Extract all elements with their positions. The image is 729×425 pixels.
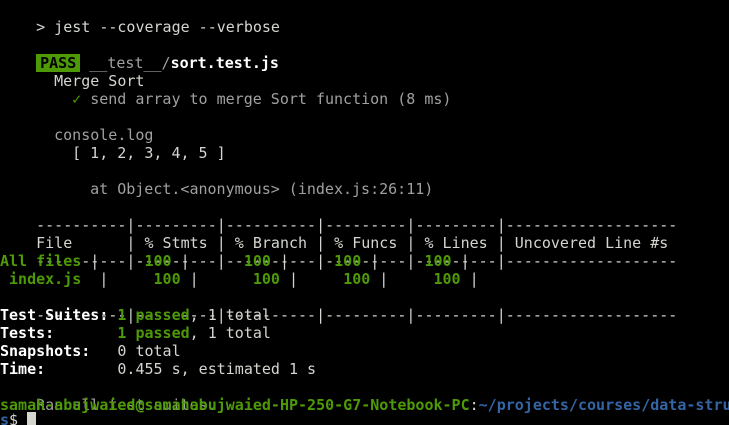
summary-label: Test Suites: [0,306,109,324]
console-log-header: console.log [54,126,154,144]
coverage-file-name: index.js [0,270,82,288]
summary-value: 0 total [117,342,181,360]
summary-label: Snapshots: [0,342,91,360]
coverage-separator-top: ----------|---------|----------|--------… [36,216,678,234]
prompt-cwd-wrap: s [0,411,10,425]
coverage-branch: 100 [252,270,280,288]
test-result-line: PASS __test__/sort.test.js [0,36,279,72]
test-path-file: sort.test.js [170,54,279,72]
text-cursor[interactable] [27,412,37,425]
console-log-output: [ 1, 2, 3, 4, 5 ] [72,144,226,162]
coverage-stmts: 100 [153,270,181,288]
summary-label: Tests: [0,324,55,342]
test-case-line: ✓ send array to merge Sort function (8 m… [36,72,451,108]
summary-passed: 1 passed [117,324,190,342]
summary-time: Time: 0.455 s, estimated 1 s [0,360,316,378]
summary-total: , 1 total [189,324,271,342]
coverage-lines: 100 [424,252,452,270]
terminal-window[interactable]: > jest --coverage --verbose PASS __test_… [0,0,729,425]
summary-tests: Tests: 1 passed, 1 total [0,324,271,342]
suite-name: Merge Sort [54,72,145,90]
test-case-name: send array to merge Sort function [90,90,389,108]
coverage-row-all-files: All files | 100 | 100 | 100 | 100 | [0,252,470,270]
command-text: > jest --coverage --verbose [36,18,280,36]
coverage-separator-bottom: ----------|---------|----------|--------… [36,306,678,324]
coverage-branch: 100 [243,252,271,270]
summary-snapshots: Snapshots: 0 total [0,342,181,360]
command-line: > jest --coverage --verbose [0,0,280,36]
coverage-funcs: 100 [343,270,371,288]
coverage-row-index-js: index.js | 100 | 100 | 100 | 100 | [0,270,479,288]
check-icon: ✓ [72,90,82,108]
shell-prompt-wrap[interactable]: s$ [0,411,37,425]
coverage-header-row: File | % Stmts | % Branch | % Funcs | % … [36,234,669,252]
prompt-user-host: samah-abujwaied@samahabujwaied-HP-250-G7… [0,396,470,414]
summary-total: , 1 total [189,306,271,324]
prompt-colon: : [469,396,479,414]
coverage-stmts: 100 [144,252,172,270]
prompt-dollar: $ [9,411,28,425]
prompt-cwd: ~/projects/courses/data-stru [478,396,729,414]
console-log-location: at Object.<anonymous> (index.js:26:11) [90,180,434,198]
coverage-lines: 100 [433,270,461,288]
summary-ran-all: Ran all test suites. [36,396,217,414]
summary-test-suites: Test Suites: 1 passed, 1 total [0,306,271,324]
shell-prompt: samah-abujwaied@samahabujwaied-HP-250-G7… [0,396,729,414]
test-case-duration: (8 ms) [397,90,452,108]
coverage-file-name: All files [0,252,82,270]
coverage-funcs: 100 [334,252,362,270]
summary-passed: 1 passed [117,306,190,324]
coverage-separator-mid: ----------|---------|----------|--------… [36,252,678,270]
summary-label: Time: [0,360,46,378]
summary-value: 0.455 s, estimated 1 s [117,360,317,378]
